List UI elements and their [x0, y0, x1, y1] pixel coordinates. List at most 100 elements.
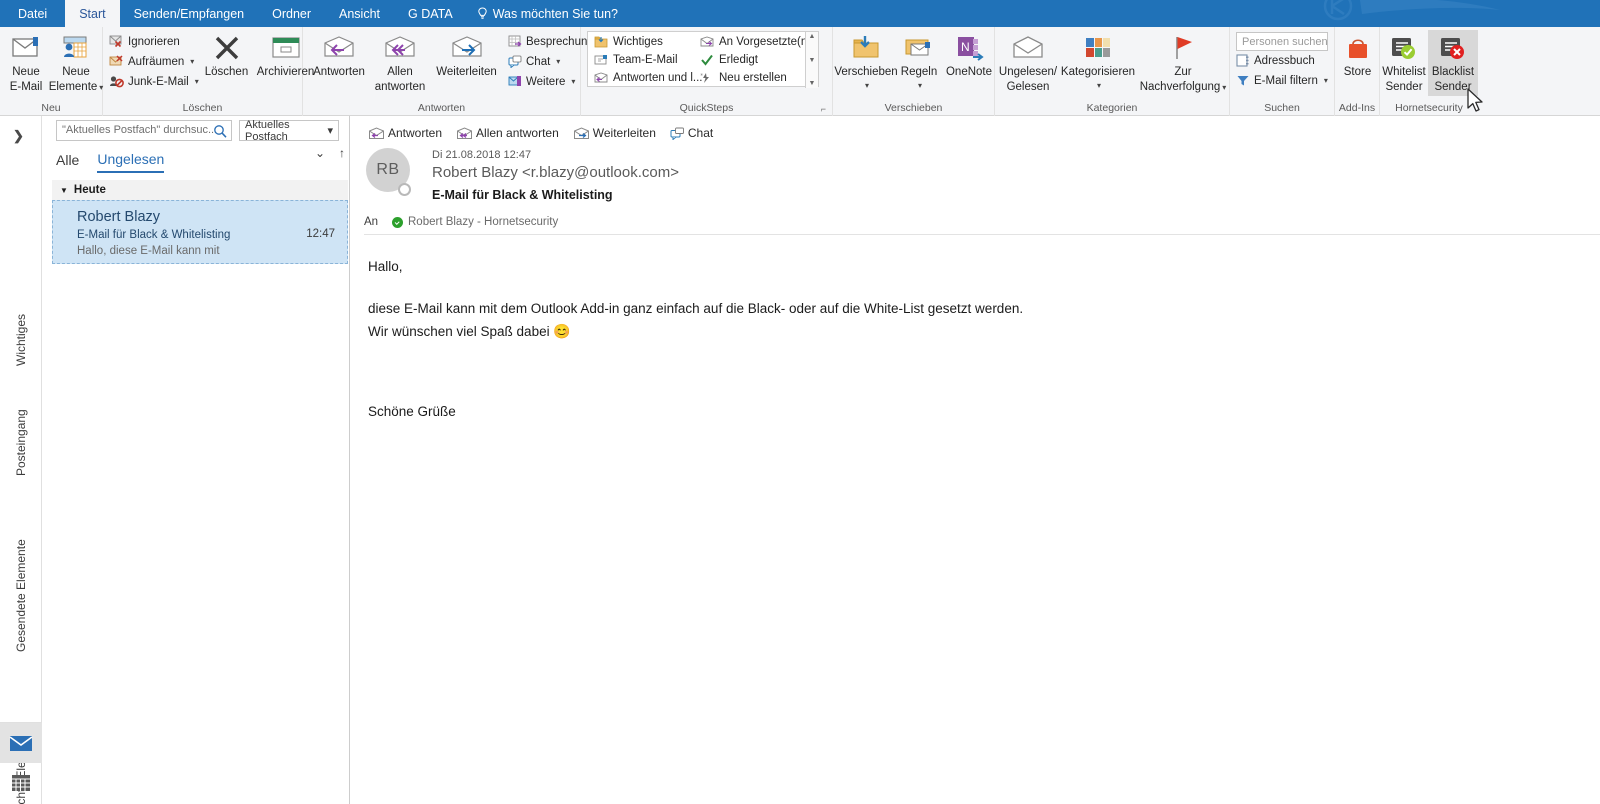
reading-reply-button[interactable]: Antworten [368, 126, 442, 140]
reply-all-icon [383, 32, 417, 64]
tab-datei[interactable]: Datei [0, 0, 66, 27]
chat-button[interactable]: Chat ▾ [508, 55, 560, 68]
junk-mail-icon [110, 76, 124, 88]
new-items-button[interactable]: Neue Elemente ▾ [48, 30, 104, 96]
rules-icon [903, 32, 935, 64]
ribbon-group-hornetsecurity: Whitelist Sender Blacklist Sender Hornet… [1380, 27, 1478, 116]
chevron-down-icon[interactable]: ▾ [865, 79, 869, 92]
triangle-collapse-icon[interactable]: ▼ [60, 186, 68, 195]
address-book-button[interactable]: Adressbuch [1236, 54, 1315, 67]
reading-chat-button[interactable]: Chat [670, 126, 713, 140]
blacklist-sender-button[interactable]: Blacklist Sender [1428, 30, 1478, 96]
scroll-more-icon[interactable]: ▼ [809, 80, 816, 87]
junk-mail-label: Junk-E-Mail [128, 75, 189, 88]
forward-button[interactable]: Weiterleiten [429, 30, 504, 81]
tell-me-box[interactable]: Was möchten Sie tun? [467, 0, 628, 27]
whitelist-sender-button[interactable]: Whitelist Sender [1380, 30, 1428, 96]
sidebar-item-wichtiges[interactable]: Wichtiges [0, 276, 42, 366]
mail-module-icon[interactable] [0, 723, 42, 763]
reply-button[interactable]: Antworten [307, 30, 371, 81]
reading-reply-all-label: Allen antworten [476, 126, 559, 140]
new-mail-button[interactable]: Neue E-Mail [2, 30, 50, 96]
module-switcher [0, 722, 42, 804]
tab-alle[interactable]: Alle [56, 152, 79, 172]
quickstep-label: Team-E-Mail [613, 54, 678, 66]
lightbulb-icon [478, 7, 487, 19]
quickstep-antworten-und-loeschen[interactable]: Antworten und l... [594, 72, 703, 84]
recipient-name: Robert Blazy - Hornetsecurity [408, 216, 559, 228]
message-preview: Hallo, diese E-Mail kann mit [77, 245, 220, 257]
calendar-module-icon[interactable] [0, 763, 42, 803]
tab-senden-empfangen[interactable]: Senden/Empfangen [120, 0, 259, 27]
sort-order-icon[interactable]: ↑ [339, 146, 345, 160]
scroll-down-icon[interactable]: ▼ [809, 57, 816, 64]
people-search-input[interactable]: Personen suchen [1236, 32, 1328, 51]
scroll-up-icon[interactable]: ▲ [809, 33, 816, 40]
ignore-icon [109, 35, 122, 48]
reading-forward-button[interactable]: Weiterleiten [573, 126, 656, 140]
group-header-heute[interactable]: ▼ Heute [52, 180, 348, 200]
onenote-button[interactable]: N OneNote [943, 30, 995, 81]
follow-up-button[interactable]: Zur Nachverfolgung ▾ [1137, 30, 1229, 96]
message-subject-header: E-Mail für Black & Whitelisting [432, 188, 613, 202]
reply-all-button[interactable]: Allen antworten [371, 30, 429, 96]
delete-button[interactable]: Löschen [199, 30, 254, 81]
quickstep-erledigt[interactable]: Erledigt [700, 54, 758, 66]
sidebar-item-posteingang[interactable]: Posteingang [0, 366, 42, 476]
quicksteps-dialog-launcher[interactable]: ⌐ [821, 104, 826, 114]
unread-read-button[interactable]: Ungelesen/ Gelesen [997, 30, 1059, 96]
search-placeholder: "Aktuelles Postfach" durchsuc... [62, 124, 218, 136]
search-scope-value: Aktuelles Postfach [245, 118, 290, 143]
more-button[interactable]: Weitere ▾ [508, 75, 575, 88]
categorize-label: Kategorisieren [1060, 66, 1136, 78]
tab-start[interactable]: Start [65, 0, 120, 27]
team-mail-icon [594, 55, 607, 65]
list-item[interactable]: Robert Blazy E-Mail für Black & Whitelis… [52, 200, 348, 264]
follow-up-label-1: Zur [1174, 66, 1192, 78]
reply-icon [369, 126, 384, 139]
body-line-1: diese E-Mail kann mit dem Outlook Add-in… [368, 301, 1024, 316]
message-from[interactable]: Robert Blazy <r.blazy@outlook.com> [432, 164, 679, 181]
quickstep-label: An Vorgesetzte(n) [719, 36, 812, 48]
quicksteps-scrollbar[interactable]: ▲ ▼ ▼ [805, 32, 818, 88]
reading-reply-label: Antworten [388, 126, 443, 140]
outlook-window: Datei Start Senden/Empfangen Ordner Ansi… [0, 0, 1600, 804]
chevron-down-icon[interactable]: ▾ [918, 79, 922, 92]
quickstep-wichtiges[interactable]: Wichtiges [594, 36, 663, 48]
recipient-label: An [364, 216, 379, 228]
search-scope-dropdown[interactable]: Aktuelles Postfach ▾ [239, 118, 339, 143]
move-button[interactable]: Verschieben ▾ [834, 30, 898, 94]
quicksteps-gallery[interactable]: Wichtiges An Vorgesetzte(n) Team-E-Mail … [587, 31, 819, 88]
search-input[interactable]: "Aktuelles Postfach" durchsuc... [56, 120, 232, 141]
chat-icon [670, 127, 684, 140]
store-button[interactable]: Store [1335, 30, 1380, 81]
tab-ansicht[interactable]: Ansicht [325, 0, 394, 27]
chevron-right-icon[interactable]: ❯ [13, 128, 24, 144]
cleanup-button[interactable]: Aufräumen ▾ [109, 55, 194, 68]
junk-mail-button[interactable]: Junk-E-Mail ▾ [109, 75, 199, 88]
rules-button[interactable]: Regeln ▾ [895, 30, 943, 94]
chat-label: Chat [526, 55, 551, 68]
reply-all-label-1: Allen [387, 66, 413, 78]
quickstep-team-email[interactable]: Team-E-Mail [594, 54, 678, 66]
sidebar-item-gesendete-elemente[interactable]: Gesendete Elemente [0, 484, 42, 652]
tab-ungelesen[interactable]: Ungelesen [97, 151, 165, 173]
sidebar-label: Gesendete Elemente [14, 539, 28, 652]
filter-email-label: E-Mail filtern [1254, 74, 1318, 87]
reading-reply-all-button[interactable]: Allen antworten [456, 126, 559, 140]
categorize-button[interactable]: Kategorisieren ▾ [1059, 30, 1137, 94]
tab-gdata[interactable]: G DATA [394, 0, 467, 27]
message-body: Hallo, diese E-Mail kann mit dem Outlook… [368, 256, 1548, 443]
chevron-down-icon[interactable]: ▾ [1097, 79, 1101, 92]
recipient-value-row[interactable]: Robert Blazy - Hornetsecurity [392, 216, 558, 228]
categorize-icon [1083, 32, 1113, 64]
store-icon [1345, 32, 1371, 64]
search-icon[interactable] [213, 124, 227, 140]
filter-email-button[interactable]: E-Mail filtern ▾ [1236, 74, 1328, 87]
quickstep-neu-erstellen[interactable]: ✳ Neu erstellen [700, 72, 787, 84]
tab-ordner[interactable]: Ordner [258, 0, 325, 27]
chevron-down-icon: ▾ [1222, 83, 1227, 92]
ignore-button[interactable]: Ignorieren [109, 35, 180, 48]
sort-dropdown-icon[interactable]: ⌄ [315, 146, 325, 160]
quickstep-an-vorgesetzten[interactable]: An Vorgesetzte(n) [700, 36, 811, 48]
